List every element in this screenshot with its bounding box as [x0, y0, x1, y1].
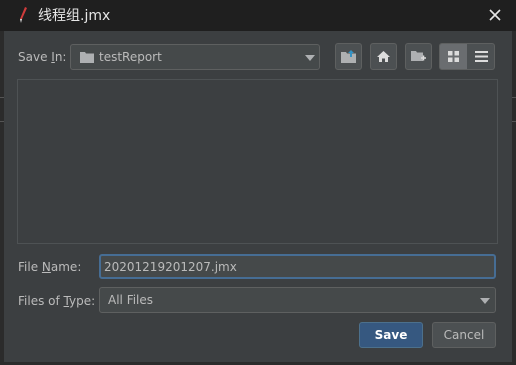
view-mode-toggle: [439, 43, 495, 70]
chevron-down-icon: [305, 55, 315, 61]
jmeter-feather-icon: [20, 7, 27, 23]
up-one-level-button[interactable]: [335, 43, 362, 70]
save-in-value: testReport: [99, 50, 162, 64]
window-title: 线程组.jmx: [38, 8, 111, 24]
grid-view-icon: [448, 51, 459, 62]
files-of-type-value: All Files: [108, 293, 154, 307]
save-in-combo[interactable]: testReport: [70, 44, 320, 70]
folder-up-icon: [341, 50, 356, 63]
new-folder-button[interactable]: [405, 43, 432, 70]
new-folder-icon: [411, 51, 426, 61]
save-button[interactable]: Save: [359, 322, 423, 348]
files-of-type-combo[interactable]: All Files: [99, 287, 496, 313]
folder-icon: [80, 52, 94, 63]
chevron-down-icon: [480, 298, 490, 304]
save-dialog: 线程组.jmx Save In: testReport File Name: 2…: [0, 0, 516, 365]
details-view-icon: [475, 51, 488, 62]
cancel-button[interactable]: Cancel: [432, 322, 496, 348]
list-view-button[interactable]: [440, 44, 467, 69]
home-button[interactable]: [370, 43, 397, 70]
home-icon: [377, 51, 390, 62]
file-name-input[interactable]: [99, 254, 496, 279]
details-view-button[interactable]: [468, 44, 494, 69]
file-list[interactable]: [17, 79, 498, 244]
save-in-label: Save In:: [18, 50, 67, 64]
right-border: [512, 31, 516, 365]
title-bar: 线程组.jmx: [0, 0, 516, 31]
left-border: [0, 31, 4, 365]
file-name-label: File Name:: [18, 260, 82, 274]
close-icon[interactable]: [486, 6, 504, 24]
files-of-type-label: Files of Type:: [18, 294, 96, 308]
